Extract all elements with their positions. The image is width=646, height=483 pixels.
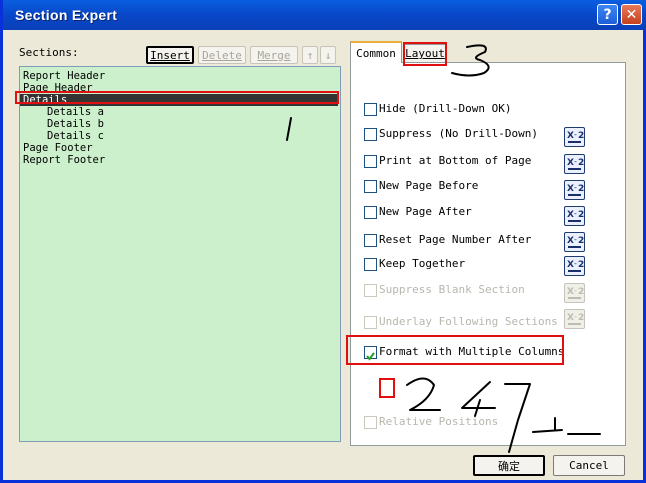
svg-text:X: X (567, 184, 574, 194)
option-label[interactable]: New Page After (379, 205, 472, 218)
formula-icon: X-2 (567, 235, 584, 248)
option-label: Relative Positions (379, 415, 499, 428)
option-checkbox[interactable] (364, 234, 377, 247)
option-label: Underlay Following Sections (379, 315, 558, 328)
svg-text:X: X (567, 131, 574, 141)
cancel-button[interactable]: Cancel (553, 455, 625, 476)
insert-button[interactable]: Insert (146, 46, 194, 64)
svg-text:-: - (574, 286, 577, 295)
svg-text:2: 2 (578, 131, 584, 141)
formula-icon: X-2 (567, 183, 584, 196)
tab-common-label: Common (356, 46, 396, 60)
move-up-button: ↑ (302, 46, 318, 64)
arrow-up-icon: ↑ (306, 48, 314, 62)
list-item[interactable]: Details a (47, 106, 104, 118)
title-bar[interactable]: Section Expert ? ✕ (3, 0, 646, 30)
option-checkbox[interactable] (364, 155, 377, 168)
formula-button: X-2 (564, 283, 585, 303)
formula-button[interactable]: X-2 (564, 180, 585, 200)
arrow-down-icon: ↓ (324, 48, 332, 62)
svg-text:-: - (574, 259, 577, 268)
svg-text:X: X (567, 210, 574, 220)
svg-text:2: 2 (578, 236, 584, 246)
formula-button[interactable]: X-2 (564, 256, 585, 276)
cancel-label: Cancel (569, 459, 609, 472)
option-label[interactable]: Print at Bottom of Page (379, 154, 531, 167)
option-checkbox[interactable] (364, 206, 377, 219)
option-label[interactable]: Hide (Drill-Down OK) (379, 102, 511, 115)
svg-text:-: - (574, 235, 577, 244)
highlight-layout-tab (403, 42, 447, 66)
formula-icon: X-2 (567, 130, 584, 143)
option-label[interactable]: Keep Together (379, 257, 465, 270)
highlight-multiple-columns (346, 335, 564, 365)
svg-text:-: - (574, 130, 577, 139)
svg-text:-: - (574, 209, 577, 218)
svg-text:X: X (567, 287, 574, 297)
formula-icon: X-2 (567, 209, 584, 222)
formula-icon: X-2 (567, 312, 584, 325)
formula-button[interactable]: X-2 (564, 206, 585, 226)
svg-text:2: 2 (578, 260, 584, 270)
svg-text:X: X (567, 236, 574, 246)
option-checkbox[interactable] (364, 180, 377, 193)
formula-button[interactable]: X-2 (564, 127, 585, 147)
svg-text:2: 2 (578, 313, 584, 323)
svg-text:-: - (574, 183, 577, 192)
list-item[interactable]: Page Footer (23, 142, 93, 154)
sections-list[interactable]: Report Header Page Header Details Detail… (19, 66, 341, 442)
option-checkbox (364, 316, 377, 329)
option-label[interactable]: Suppress (No Drill-Down) (379, 127, 538, 140)
merge-button: Merge (250, 46, 298, 64)
list-item[interactable]: Report Header (23, 70, 105, 82)
svg-text:2: 2 (578, 210, 584, 220)
svg-text:-: - (574, 157, 577, 166)
close-icon: ✕ (625, 6, 638, 23)
formula-icon: X-2 (567, 259, 584, 272)
formula-icon: X-2 (567, 157, 584, 170)
highlight-marker (379, 378, 395, 398)
list-item[interactable]: Details b (47, 118, 104, 130)
svg-text:X: X (567, 158, 574, 168)
option-label[interactable]: Reset Page Number After (379, 233, 531, 246)
svg-text:2: 2 (578, 158, 584, 168)
option-checkbox[interactable] (364, 258, 377, 271)
list-item[interactable]: Report Footer (23, 154, 105, 166)
svg-text:-: - (574, 312, 577, 321)
help-button[interactable]: ? (597, 4, 618, 25)
delete-button: Delete (198, 46, 246, 64)
formula-button[interactable]: X-2 (564, 154, 585, 174)
highlight-details-item (15, 91, 339, 104)
list-item[interactable]: Details c (47, 130, 104, 142)
delete-label: Delete (202, 48, 242, 62)
option-checkbox (364, 284, 377, 297)
sections-label: Sections: (19, 46, 79, 59)
svg-text:2: 2 (578, 184, 584, 194)
ok-button[interactable]: 确定 (473, 455, 545, 476)
option-label: Suppress Blank Section (379, 283, 525, 296)
option-checkbox[interactable] (364, 128, 377, 141)
formula-button: X-2 (564, 309, 585, 329)
svg-text:X: X (567, 260, 574, 270)
help-icon: ? (603, 6, 612, 23)
option-checkbox (364, 416, 377, 429)
insert-label: Insert (150, 48, 190, 62)
tab-common[interactable]: Common (350, 41, 402, 63)
svg-text:2: 2 (578, 287, 584, 297)
option-label[interactable]: New Page Before (379, 179, 478, 192)
move-down-button: ↓ (320, 46, 336, 64)
option-checkbox[interactable] (364, 103, 377, 116)
ok-label: 确定 (498, 459, 520, 473)
formula-button[interactable]: X-2 (564, 232, 585, 252)
close-button[interactable]: ✕ (621, 4, 642, 25)
svg-text:X: X (567, 313, 574, 323)
merge-label: Merge (257, 48, 291, 62)
window-title: Section Expert (15, 7, 118, 23)
formula-icon: X-2 (567, 286, 584, 299)
